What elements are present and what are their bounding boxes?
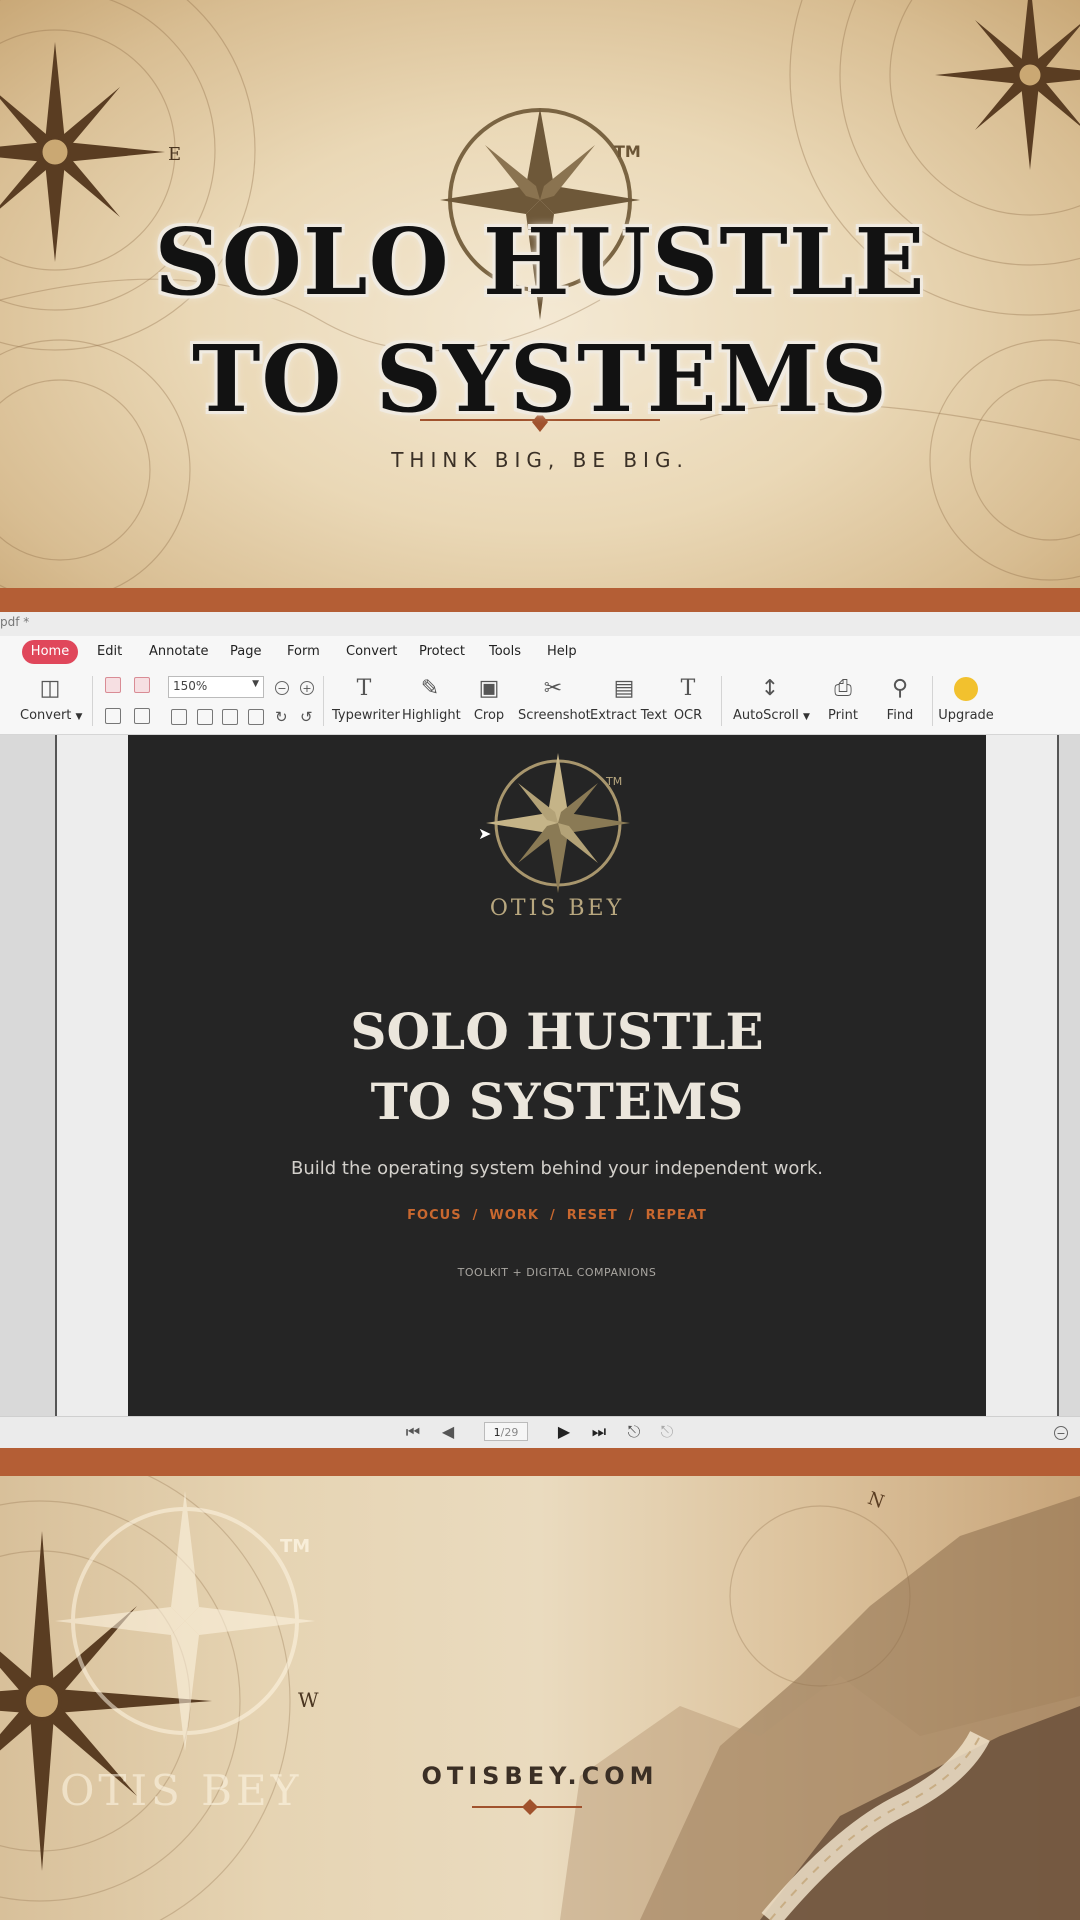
next-page-icon[interactable]: ▶ [554,1422,574,1442]
fit-visible-icon[interactable] [248,709,264,725]
document-brand-name: OTIS BEY [489,896,625,921]
continuous-view-icon[interactable] [134,677,150,693]
bottom-banner: TM W N [0,1476,1080,1920]
window-file-title: pdf * [0,615,30,629]
screenshot-button[interactable]: ✂ Screenshot [518,674,591,730]
menu-item-protect[interactable]: Protect [419,636,465,668]
fit-page-icon[interactable] [197,709,213,725]
page-number-input[interactable]: 1/29 [484,1422,528,1441]
chevron-down-icon: ▼ [802,712,810,722]
trademark-mark: TM [614,142,641,161]
banner-title-line2: TO SYSTEMS [191,325,889,433]
top-banner: TM E SOLO HUSTLE TO SYSTEMS THINK BIG, B… [0,0,1080,588]
screenshot-icon: ✂ [543,676,563,701]
rotate-counterclockwise-icon[interactable]: ↺ [299,710,313,725]
upgrade-label: Upgrade [938,708,994,723]
find-button[interactable]: ⚲ Find [878,674,922,730]
cover-view-icon[interactable] [134,708,150,724]
print-icon: ⎙ [834,676,852,701]
previous-view-icon[interactable]: ⎋ [624,1422,644,1442]
crop-button[interactable]: ▣ Crop [469,674,509,730]
fit-width-icon[interactable] [222,709,238,725]
document-title-line2: TO SYSTEMS [370,1072,744,1131]
highlight-button[interactable]: ✎ Highlight [402,674,461,730]
landscape-background-graphic [0,1476,1080,1920]
document-footer-text: TOOLKIT + DIGITAL COMPANIONS [457,1266,657,1279]
status-bar [0,1416,1080,1449]
website-url[interactable]: OTISBEY.COM [0,1762,1080,1790]
toolbar-separator [323,676,324,726]
menu-item-edit[interactable]: Edit [97,636,122,668]
menu-item-form[interactable]: Form [287,636,320,668]
document-subtitle: Build the operating system behind your i… [291,1158,823,1179]
document-title-line1: SOLO HUSTLE [350,1002,764,1061]
convert-label: Convert [20,708,72,723]
compass-letter-w: W [298,1688,319,1712]
upgrade-button[interactable]: Upgrade [938,674,994,730]
total-pages: /29 [500,1426,519,1439]
two-page-view-icon[interactable] [105,708,121,724]
banner-tagline: THINK BIG, BE BIG. [391,448,689,472]
last-page-icon[interactable]: ⏭ [589,1422,609,1442]
orange-divider-top [0,588,1080,612]
first-page-icon[interactable]: ⏮ [403,1422,423,1442]
find-label: Find [886,708,914,723]
menu-item-tools[interactable]: Tools [489,636,521,668]
crop-icon: ▣ [478,676,500,701]
next-view-icon[interactable]: ⎋ [657,1422,677,1442]
autoscroll-label: AutoScroll [733,708,799,723]
ocr-icon: T [680,676,696,701]
extract-text-icon: ▤ [613,676,635,701]
zoom-value: 150% [173,679,208,693]
highlight-icon: ✎ [420,676,440,701]
typewriter-icon: T [356,676,372,701]
mouse-cursor-icon: ➤ [478,824,492,843]
toolbar-separator [92,676,93,726]
compass-logo-icon [486,753,630,893]
extract-text-button[interactable]: ▤ Extract Text [590,674,667,730]
typewriter-label: Typewriter [332,708,400,723]
autoscroll-icon: ↕ [760,676,780,701]
chevron-down-icon: ▼ [252,679,259,689]
right-compass-icon [935,0,1080,170]
zoom-select[interactable]: 150% ▼ [168,676,264,698]
print-label: Print [828,708,858,723]
autoscroll-button[interactable]: ↕ AutoScroll ▼ [733,674,810,730]
menu-item-page[interactable]: Page [230,636,261,668]
trademark-mark: TM [606,775,623,788]
zoom-in-icon[interactable]: + [300,681,314,695]
ocr-label: OCR [673,708,703,723]
orange-divider-bottom [0,1448,1080,1476]
find-icon: ⚲ [891,676,909,701]
zoom-out-status-icon[interactable]: − [1054,1426,1068,1440]
crop-label: Crop [473,708,505,723]
trademark-mark: TM [280,1536,311,1557]
compass-letter: E [168,144,182,165]
convert-button[interactable]: ◫ Convert ▼ [20,674,83,730]
current-page-number: 1 [493,1426,501,1439]
convert-icon: ◫ [39,676,61,701]
single-page-view-icon[interactable] [105,677,121,693]
previous-page-icon[interactable]: ◀ [438,1422,458,1442]
toolbar-separator [932,676,933,726]
banner-title-line1: SOLO HUSTLE [154,208,926,316]
toolbar-separator [721,676,722,726]
menu-item-home[interactable]: Home [22,640,78,664]
chevron-down-icon: ▼ [75,712,83,722]
print-button[interactable]: ⎙ Print [820,674,866,730]
actual-size-icon[interactable] [171,709,187,725]
zoom-out-icon[interactable]: − [275,681,289,695]
typewriter-button[interactable]: T Typewriter [332,674,400,730]
menu-item-convert[interactable]: Convert [346,636,397,668]
menu-item-help[interactable]: Help [547,636,577,668]
rotate-clockwise-icon[interactable]: ↻ [274,710,288,725]
ocr-button[interactable]: T OCR [668,674,708,730]
highlight-label: Highlight [402,708,461,723]
menu-item-annotate[interactable]: Annotate [149,636,208,668]
extract-text-label: Extract Text [590,708,667,723]
document-keywords: FOCUS / WORK / RESET / REPEAT [407,1208,707,1223]
screenshot-label: Screenshot [518,708,591,723]
upgrade-icon [938,674,994,704]
